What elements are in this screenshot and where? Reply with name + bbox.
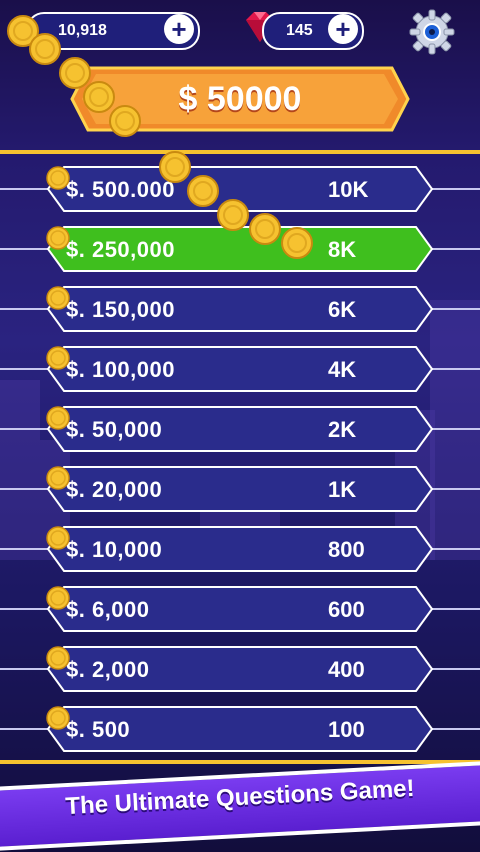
ladder-rung: $. 6,000 600 — [0, 586, 480, 632]
flying-coin-icon — [109, 105, 141, 137]
ladder-rung: $. 150,000 6K — [0, 286, 480, 332]
ladder-rung: $. 500 100 — [0, 706, 480, 752]
coin-icon — [46, 706, 70, 730]
ladder-rung: $. 100,000 4K — [0, 346, 480, 392]
coin-icon — [46, 226, 70, 250]
rung-amount: $. 20,000 — [66, 477, 163, 502]
flying-coin-icon — [217, 199, 249, 231]
rung-reward: 100 — [328, 717, 365, 742]
top-bar: 10,918 + 145 + — [0, 0, 480, 62]
rung-amount: $. 50,000 — [66, 417, 163, 442]
coin-icon — [46, 466, 70, 490]
coin-balance-value: 10,918 — [58, 22, 107, 39]
flying-coin-icon — [29, 33, 61, 65]
coin-icon — [46, 286, 70, 310]
ladder-rung: $. 20,000 1K — [0, 466, 480, 512]
rung-reward: 8K — [328, 237, 357, 262]
rung-amount: $. 100,000 — [66, 357, 175, 382]
ladder-rung: $. 50,000 2K — [0, 406, 480, 452]
coin-icon — [46, 166, 70, 190]
gem-balance: 145 + — [262, 12, 364, 50]
coin-icon — [46, 526, 70, 550]
rung-amount: $. 250,000 — [66, 237, 175, 262]
rung-reward: 2K — [328, 417, 357, 442]
rung-reward: 400 — [328, 657, 365, 682]
ladder-rung-active: $. 250,000 8K — [0, 226, 480, 272]
coin-icon — [46, 406, 70, 430]
rung-reward: 1K — [328, 477, 357, 502]
coin-icon — [46, 346, 70, 370]
flying-coin-icon — [249, 213, 281, 245]
flying-coin-icon — [281, 227, 313, 259]
rung-reward: 6K — [328, 297, 357, 322]
rung-reward: 4K — [328, 357, 357, 382]
add-coins-button[interactable]: + — [164, 14, 194, 44]
ladder-rung: $. 2,000 400 — [0, 646, 480, 692]
flying-coin-icon — [187, 175, 219, 207]
add-gems-button[interactable]: + — [328, 14, 358, 44]
rung-amount: $. 150,000 — [66, 297, 175, 322]
tagline-banner: The Ultimate Questions Game! — [0, 760, 480, 852]
coin-icon — [46, 586, 70, 610]
rung-reward: 10K — [328, 177, 369, 202]
rung-amount: $. 6,000 — [66, 597, 150, 622]
rung-reward: 800 — [328, 537, 365, 562]
rung-amount: $. 500 — [66, 717, 131, 742]
gear-icon[interactable] — [408, 8, 456, 56]
rung-amount: $. 10,000 — [66, 537, 163, 562]
rung-amount: $. 2,000 — [66, 657, 150, 682]
rung-reward: 600 — [328, 597, 365, 622]
coin-icon — [46, 646, 70, 670]
top-gold-divider — [0, 150, 480, 154]
ladder-rung: $. 10,000 800 — [0, 526, 480, 572]
gem-balance-value: 145 — [286, 22, 313, 39]
